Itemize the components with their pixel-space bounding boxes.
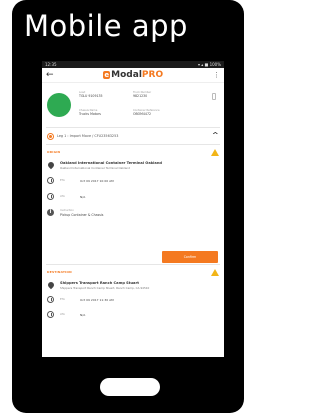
arrow-left-icon[interactable]: ← bbox=[46, 70, 54, 80]
divider bbox=[46, 144, 220, 145]
app-logo: e Modal PRO bbox=[103, 70, 163, 80]
driver-card: Load TGLU 9109135 Truck Number 9821230 C… bbox=[42, 83, 224, 127]
eta-value: Oct 09 2017 11:30 AM bbox=[80, 298, 114, 302]
origin-ata: ATA N/A bbox=[42, 193, 224, 200]
more-vert-icon[interactable]: ⋮ bbox=[213, 71, 220, 79]
page-title: Mobile app bbox=[24, 9, 188, 43]
origin-eta: ETA Oct 09 2017 10:00 AM bbox=[42, 177, 224, 184]
radio-icon bbox=[47, 132, 54, 140]
field-value: Trucks Motors bbox=[79, 111, 101, 116]
leg-title: Leg 1 : Import Move / CFU23563253 bbox=[57, 134, 119, 138]
field-load: Load TGLU 9109135 bbox=[79, 91, 125, 106]
field-container-reference: Container Reference OBOM4472 bbox=[133, 109, 179, 124]
ata-label: ATA bbox=[60, 313, 65, 316]
divider bbox=[46, 264, 220, 265]
warning-icon[interactable] bbox=[211, 268, 219, 276]
eta-label: ETA bbox=[60, 298, 65, 301]
destination-ata: ATA N/A bbox=[42, 311, 224, 318]
status-time: 12:35 bbox=[45, 62, 57, 67]
leg-header[interactable]: Leg 1 : Import Move / CFU23563253 ⌃ bbox=[42, 128, 224, 144]
status-icons: ▾ ▴ ■ 100% bbox=[197, 62, 221, 67]
phone-screen: 12:35 ▾ ▴ ■ 100% ← e Modal PRO ⋮ Load TG… bbox=[42, 61, 224, 357]
clock-icon bbox=[47, 311, 54, 318]
home-button[interactable] bbox=[100, 378, 160, 396]
logo-pro: PRO bbox=[141, 70, 164, 80]
origin-instruction: i Instruction Pickup Container & Chassis bbox=[42, 209, 224, 218]
destination-location: Shippers Transport Ranch Camp Stuart Shi… bbox=[42, 280, 224, 290]
confirm-button[interactable]: Confirm bbox=[162, 251, 218, 263]
destination-label: DESTINATION bbox=[47, 270, 72, 274]
location-pin-icon bbox=[46, 280, 56, 290]
warning-icon[interactable] bbox=[211, 148, 219, 156]
status-bar: 12:35 ▾ ▴ ■ 100% bbox=[42, 61, 224, 68]
phone-icon[interactable] bbox=[212, 93, 216, 100]
field-value: 9821230 bbox=[133, 94, 148, 98]
field-value: OBOM4472 bbox=[133, 111, 152, 116]
logo-e: e bbox=[103, 71, 111, 79]
field-truck-number: Truck Number 9821230 bbox=[133, 91, 179, 106]
avatar bbox=[47, 93, 71, 117]
clock-icon bbox=[47, 177, 54, 184]
eta-value: Oct 09 2017 10:00 AM bbox=[80, 179, 114, 183]
destination-eta: ETA Oct 09 2017 11:30 AM bbox=[42, 296, 224, 303]
destination-place-address: Shippers Transport Ranch Camp Stuart, Ra… bbox=[60, 286, 150, 290]
field-value: TGLU 9109135 bbox=[79, 94, 103, 98]
info-icon: i bbox=[47, 209, 54, 216]
origin-label: ORIGIN bbox=[47, 150, 61, 154]
field-chassis-name: Chassis Name Trucks Motors bbox=[79, 109, 125, 124]
ata-value: N/A bbox=[80, 313, 86, 317]
logo-modal: Modal bbox=[111, 70, 142, 80]
origin-place-address: Oakland International Container Terminal… bbox=[60, 166, 131, 170]
clock-icon bbox=[47, 296, 54, 303]
clock-icon bbox=[47, 193, 54, 200]
instruction-value: Pickup Container & Chassis bbox=[60, 213, 104, 217]
eta-label: ETA bbox=[60, 179, 65, 182]
origin-header: ORIGIN bbox=[42, 147, 224, 157]
ata-value: N/A bbox=[80, 195, 86, 199]
ata-label: ATA bbox=[60, 195, 65, 198]
chevron-up-icon[interactable]: ⌃ bbox=[211, 132, 220, 140]
destination-header: DESTINATION bbox=[42, 267, 224, 277]
app-bar: ← e Modal PRO ⋮ bbox=[42, 68, 224, 83]
origin-location: Oakland International Container Terminal… bbox=[42, 160, 224, 170]
driver-fields: Load TGLU 9109135 Truck Number 9821230 C… bbox=[79, 91, 179, 123]
location-pin-icon bbox=[46, 160, 56, 170]
